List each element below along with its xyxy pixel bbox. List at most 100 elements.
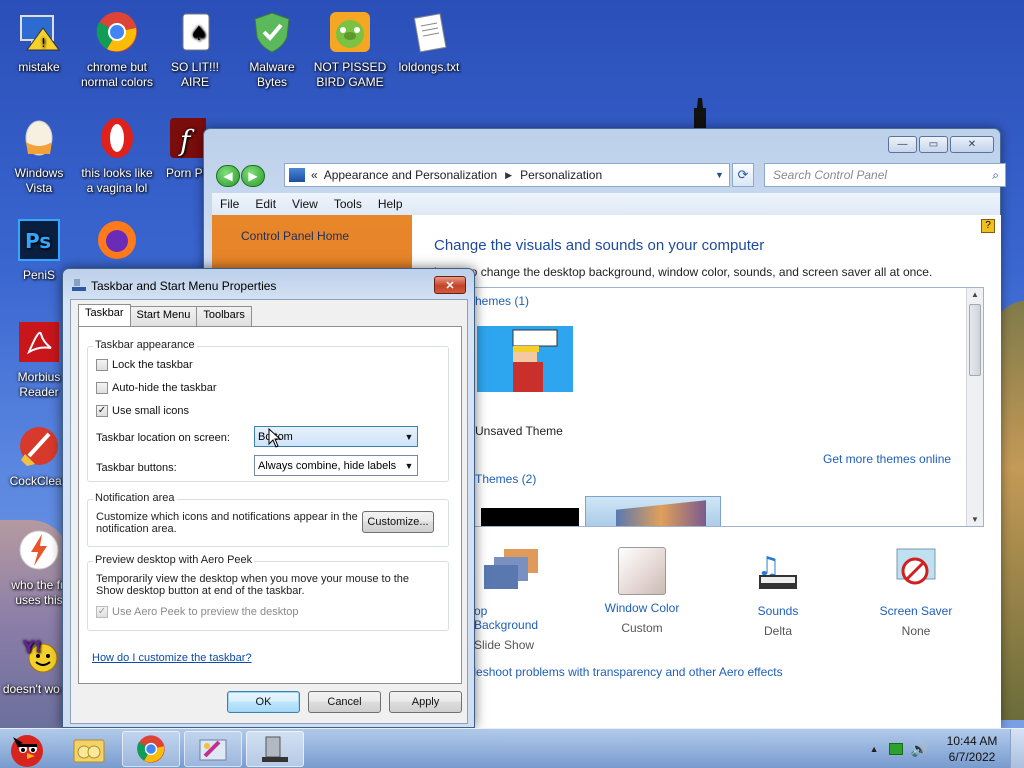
address-bar[interactable]: « Appearance and Personalization ▶ Perso…	[284, 163, 730, 187]
music-notes-icon: ♫	[757, 552, 797, 589]
desktop-icon-label: Windows Vista	[14, 166, 64, 195]
apply-button[interactable]: Apply	[389, 691, 462, 713]
desktop-icon-label: mistake	[18, 60, 60, 74]
taskbar-buttons-select-value: Always combine, hide labels	[258, 459, 397, 472]
desktop-icon-label: this looks like a vagina lol	[81, 166, 153, 195]
troubleshoot-link[interactable]: ubleshoot problems with transparency and…	[460, 665, 783, 679]
menu-help[interactable]: Help	[378, 197, 403, 211]
checkmark-icon[interactable]: ✓	[96, 405, 108, 417]
window-color-swatch	[618, 547, 666, 595]
checkbox-label: Use small icons	[112, 405, 190, 417]
desktop-icon-loldongs[interactable]: loldongs.txt	[390, 8, 468, 75]
desktop-icon-label: loldongs.txt	[398, 60, 460, 74]
chevron-down-icon[interactable]: ▼	[401, 461, 417, 471]
tab-toolbars[interactable]: Toolbars	[196, 306, 252, 326]
search-icon[interactable]: ⌕	[992, 168, 999, 183]
menu-file[interactable]: File	[220, 197, 239, 211]
theme-list-scrollbar[interactable]: ▲ ▼	[966, 288, 983, 526]
desktop-icon-firefox[interactable]	[78, 216, 156, 268]
chrome-icon	[93, 8, 141, 56]
desktop-icon-mistake[interactable]: ! mistake	[0, 8, 78, 75]
customize-button[interactable]: Customize...	[362, 511, 434, 533]
aero-peek-checkbox[interactable]: ✓ Use Aero Peek to preview the desktop	[96, 606, 299, 618]
checkbox-box[interactable]	[96, 382, 108, 394]
breadcrumb-appearance[interactable]: Appearance and Personalization	[324, 168, 497, 182]
network-icon[interactable]	[888, 743, 903, 755]
show-hidden-icons-icon[interactable]: ▲	[870, 744, 879, 754]
desktop-icon-windows-vista[interactable]: Windows Vista	[0, 114, 78, 196]
unsaved-theme-thumbnail[interactable]	[477, 326, 573, 392]
close-button[interactable]: ✕	[434, 276, 466, 294]
breadcrumb-separator-icon[interactable]: ▶	[505, 170, 512, 181]
tab-strip: Taskbar Start Menu Toolbars	[78, 304, 252, 326]
clock[interactable]: 10:44 AM 6/7/2022	[934, 733, 1010, 765]
unsaved-theme-label[interactable]: Unsaved Theme	[475, 424, 563, 438]
personalization-options: op Background Slide Show Window Color Cu…	[412, 545, 1001, 652]
text-file-icon	[405, 8, 453, 56]
autohide-checkbox[interactable]: Auto-hide the taskbar	[96, 382, 217, 394]
tab-taskbar[interactable]: Taskbar	[78, 304, 131, 326]
yahoo-messenger-icon: Y!	[15, 630, 63, 678]
desktop-icon-bird-game[interactable]: NOT PISSED BIRD GAME	[311, 8, 389, 90]
mouse-cursor-icon	[268, 428, 282, 448]
back-button[interactable]: ◀	[216, 165, 240, 187]
sounds-option[interactable]: ♫ Sounds Delta	[718, 545, 838, 638]
cancel-button[interactable]: Cancel	[308, 691, 381, 713]
desktop-icon-opera[interactable]: this looks like a vagina lol	[78, 114, 156, 196]
chevron-down-icon[interactable]: ▼	[715, 170, 729, 180]
scrollbar-thumb[interactable]	[969, 304, 981, 376]
taskbar-buttons-select[interactable]: Always combine, hide labels ▼	[254, 455, 418, 476]
taskbar-explorer-button[interactable]	[60, 731, 118, 767]
minimize-button[interactable]: —	[888, 136, 917, 153]
close-button[interactable]: ✕	[950, 136, 994, 153]
desktop-icon-so-lit-aire[interactable]: ♠ SO LIT!!! AIRE	[156, 8, 234, 90]
menu-view[interactable]: View	[292, 197, 318, 211]
screen-saver-label: Screen Saver	[879, 604, 953, 618]
tab-start-menu[interactable]: Start Menu	[129, 306, 198, 326]
screen-saver-option[interactable]: Screen Saver None	[856, 545, 976, 638]
get-more-themes-link[interactable]: Get more themes online	[823, 452, 951, 466]
landscape-theme-thumbnail[interactable]	[585, 496, 721, 526]
taskbar-chrome-button[interactable]	[122, 731, 180, 767]
opera-icon	[93, 114, 141, 162]
black-theme-thumbnail[interactable]	[481, 508, 579, 526]
checkbox-label: Use Aero Peek to preview the desktop	[112, 606, 299, 618]
control-panel-home-link[interactable]: Control Panel Home	[241, 229, 349, 243]
menu-tools[interactable]: Tools	[334, 197, 362, 211]
maximize-button[interactable]: ▭	[919, 136, 948, 153]
installed-themes-header: Themes (2)	[475, 472, 537, 486]
window-color-label: Window Color	[604, 601, 680, 615]
forward-button[interactable]: ▶	[241, 165, 265, 187]
notification-description: Customize which icons and notifications …	[96, 511, 358, 535]
checkmark-icon[interactable]: ✓	[96, 606, 108, 618]
clock-time: 10:44 AM	[946, 734, 998, 748]
show-desktop-button[interactable]	[1010, 729, 1024, 768]
refresh-button[interactable]: ⟳	[732, 163, 754, 187]
desktop-icon-porn-pl[interactable]: f Porn Pl	[156, 114, 206, 181]
taskbar-personalization-button[interactable]	[184, 731, 242, 767]
chevron-down-icon[interactable]: ▼	[401, 432, 417, 442]
screen-saver-value: None	[901, 624, 931, 638]
search-input[interactable]: Search Control Panel ⌕	[764, 163, 1006, 187]
small-icons-checkbox[interactable]: ✓ Use small icons	[96, 405, 189, 417]
pdf-icon	[15, 318, 63, 366]
taskbar: ▲ 🔊 10:44 AM 6/7/2022	[0, 728, 1024, 768]
checkbox-box[interactable]	[96, 359, 108, 371]
start-button[interactable]	[2, 729, 52, 768]
taskbar-control-panel-button[interactable]	[246, 731, 304, 767]
control-panel-icon	[289, 168, 305, 182]
desktop-icon-malwarebytes[interactable]: Malware Bytes	[233, 8, 311, 90]
menu-edit[interactable]: Edit	[255, 197, 276, 211]
desktop-icon-label: chrome but normal colors	[80, 60, 154, 89]
window-color-option[interactable]: Window Color Custom	[582, 545, 702, 635]
ok-button[interactable]: OK	[227, 691, 300, 713]
lock-taskbar-checkbox[interactable]: Lock the taskbar	[96, 359, 193, 371]
taskbar-appearance-group: Taskbar appearance Lock the taskbar Auto…	[87, 339, 449, 482]
volume-icon[interactable]: 🔊	[911, 741, 928, 758]
green-pig-icon	[326, 8, 374, 56]
help-icon[interactable]: ?	[981, 219, 995, 233]
desktop-icon-chrome[interactable]: chrome but normal colors	[78, 8, 156, 90]
breadcrumb-personalization[interactable]: Personalization	[520, 168, 602, 182]
help-link[interactable]: How do I customize the taskbar?	[92, 652, 252, 664]
svg-text:!: !	[41, 36, 46, 50]
